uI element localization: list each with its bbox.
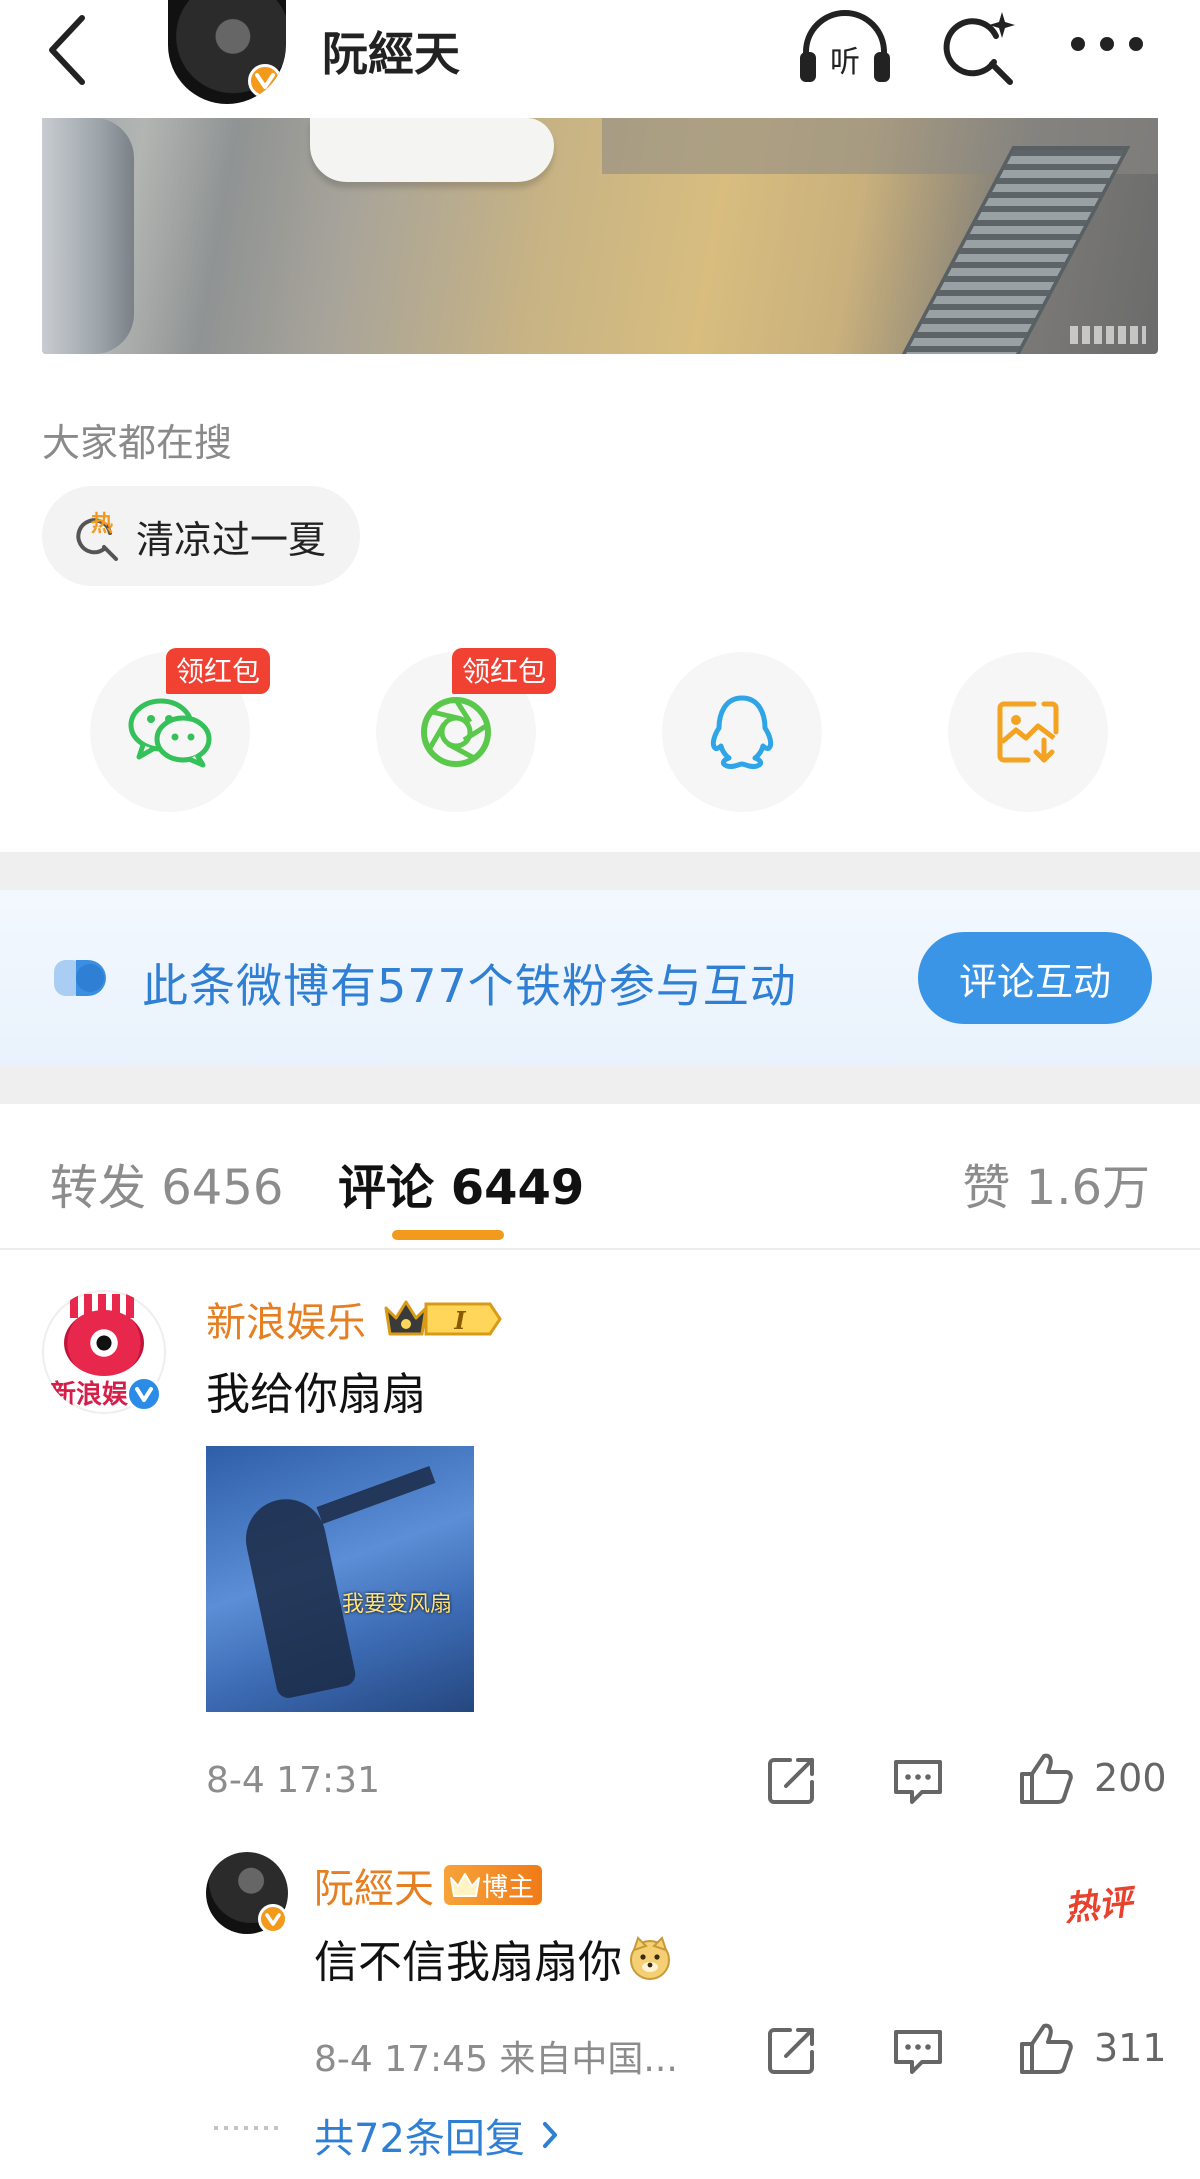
back-button[interactable] [36,6,106,86]
reply-time-source: 8-4 17:45 来自中国... [314,2039,678,2080]
fans-interaction-text: 此条微博有577个铁粉参与互动 [142,959,797,1013]
comment-header: 新浪娱乐 I [206,1290,504,1348]
more-options-button[interactable] [1066,14,1148,74]
chevron-left-icon [49,15,85,85]
crown-level-icon: I [384,1300,502,1336]
gif-caption: 我要变风扇 [342,1592,453,1617]
chevron-right-icon [542,2122,557,2148]
photo-car [42,118,134,354]
like-count: 311 [1094,2026,1167,2070]
comment-text: 我给你扇扇 [206,1369,426,1420]
trending-search-title: 大家都在搜 [42,421,233,465]
listen-label: 听 [830,45,860,80]
gif-figure [238,1491,358,1701]
verified-badge-icon [248,64,282,98]
red-packet-tag: 领红包 [452,648,557,694]
save-image-button[interactable] [948,652,1108,812]
author-badge: 博主 [444,1865,543,1905]
search-sparkle-icon [943,12,1015,85]
reply-header: 阮經天 博主 [314,1856,543,1914]
reply-comment-button[interactable] [888,1750,948,1814]
section-divider [0,1066,1200,1104]
share-qq-button[interactable] [662,652,822,812]
verified-badge-icon [126,1376,162,1412]
share-wechat-button[interactable]: 领红包 [90,648,271,812]
doge-emoji-icon [630,1936,670,1980]
crown-icon [450,1873,480,1897]
comment-gif-image[interactable]: 我要变风扇 [206,1446,474,1712]
headphones-icon: 听 [800,10,890,82]
reply-body: 信不信我扇扇你 [314,1926,674,1990]
commenter-name[interactable]: 新浪娱乐 [206,1290,366,1348]
level-number: I [453,1306,466,1335]
author-badge-label: 博主 [482,1872,535,1903]
tab-comments[interactable]: 评论 6449 [338,1148,584,1218]
watermark [1070,326,1146,344]
more-horizontal-icon [1071,37,1143,51]
save-image-icon [997,701,1059,763]
comment-interact-button[interactable]: 评论互动 [918,932,1152,1024]
sina-eye-logo [64,1310,144,1376]
hot-glyph: 热 [91,511,113,537]
page-title[interactable]: 阮經天 [322,18,460,84]
tab-likes[interactable]: 赞 1.6万 [962,1148,1150,1218]
photo-shoe [310,118,554,182]
section-divider [0,852,1200,890]
tab-reposts[interactable]: 转发 6456 [50,1148,283,1218]
share-out-icon [768,2028,814,2074]
trending-search-label: 清凉过一夏 [136,517,327,562]
comment-time: 8-4 17:31 [206,1760,380,1801]
like-comment-button[interactable]: 200 [1016,1748,1167,1808]
comment-bubble-icon [894,2030,942,2074]
red-packet-tag: 领红包 [166,648,271,694]
reply-author-name[interactable]: 阮經天 [314,1856,434,1914]
reply-text: 信不信我扇扇你 [314,1937,622,1988]
fan-level-badge[interactable]: I [380,1294,504,1344]
like-reply-button[interactable]: 311 [1016,2018,1167,2078]
like-count: 200 [1094,1756,1167,1800]
photo-drain [879,146,1131,354]
hot-search-icon: 热 [76,511,118,561]
listen-button[interactable]: 听 [796,6,894,92]
comment-bubble-icon [894,1760,942,1804]
thumbs-up-icon [1020,1753,1073,1804]
replies-count-label: 共72条回复 [314,2116,525,2162]
wechat-icon [128,698,212,768]
repost-reply-button[interactable] [762,2020,822,2084]
repost-comment-button[interactable] [762,1750,822,1814]
moments-aperture-icon [421,697,491,767]
replies-dotted-line [214,2126,284,2130]
qq-penguin-icon [710,695,774,770]
share-out-icon [768,1758,814,1804]
hot-comment-stamp: 热评 [1062,1882,1135,1930]
verified-badge-icon [258,1904,288,1934]
fans-toggle-icon [54,960,106,996]
share-moments-button[interactable]: 领红包 [376,648,557,812]
reply-to-reply-button[interactable] [888,2020,948,2084]
active-tab-indicator [392,1230,504,1240]
post-image[interactable] [42,118,1158,354]
view-all-replies-link[interactable]: 共72条回复 [314,2106,561,2164]
tabs-divider [0,1248,1200,1250]
search-button[interactable] [940,6,1020,92]
trending-search-chip[interactable]: 热 清凉过一夏 [42,486,361,586]
thumbs-up-icon [1020,2023,1073,2074]
gif-figure-arm [316,1466,436,1524]
